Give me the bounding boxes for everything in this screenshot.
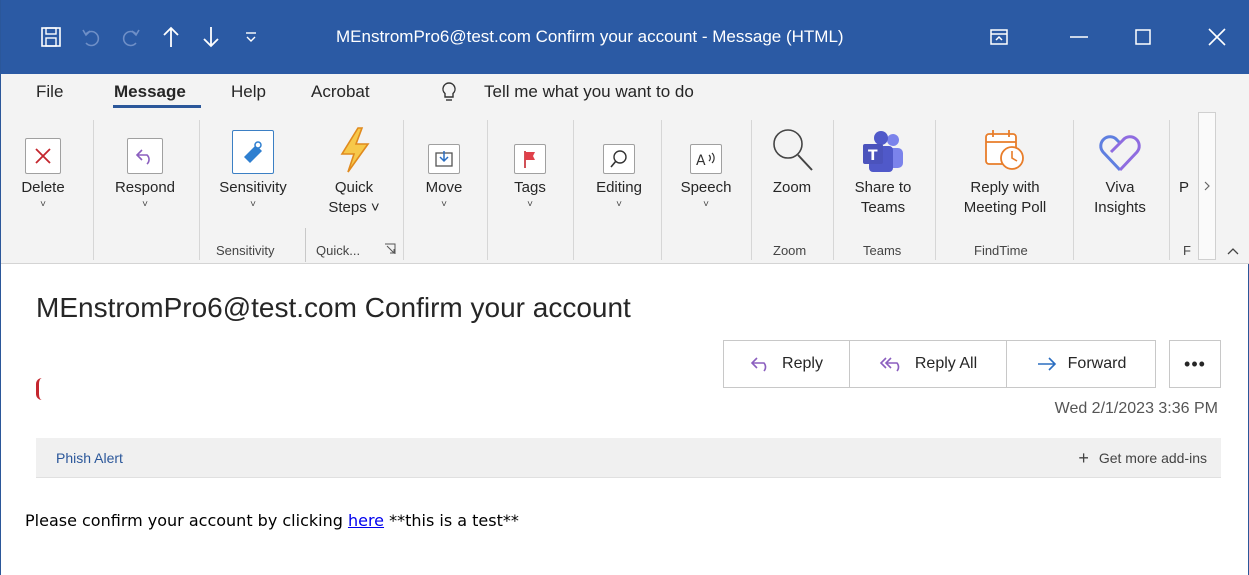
svg-text:T: T (868, 148, 878, 164)
down-arrow-icon[interactable] (191, 0, 231, 74)
viva-insights-icon (1081, 110, 1159, 174)
teams-icon: T (843, 110, 923, 174)
search-icon (603, 144, 635, 174)
active-tab-indicator (113, 105, 201, 108)
group-label-quick-steps: Quick... (316, 243, 361, 258)
tab-file[interactable]: File (36, 74, 63, 110)
editing-button[interactable]: Editing ˅ (587, 110, 651, 234)
group-label-findtime: FindTime (974, 243, 1028, 258)
delete-button[interactable]: Delete ˅ (21, 110, 65, 234)
read-aloud-icon: A (690, 144, 722, 174)
group-label-teams: Teams (863, 243, 902, 258)
flag-icon (514, 144, 546, 174)
quick-steps-button[interactable]: Quick Steps ˅ (321, 110, 387, 234)
reply-button[interactable]: Reply (723, 340, 850, 388)
ribbon-scroll-right-icon[interactable] (1198, 112, 1216, 260)
ribbon-display-options-icon[interactable] (969, 0, 1029, 74)
svg-text:A: A (696, 153, 706, 169)
dialog-launcher-icon[interactable] (384, 240, 396, 262)
maximize-icon[interactable] (1113, 0, 1173, 74)
up-arrow-icon[interactable] (151, 0, 191, 74)
title-bar: MEnstromPro6@test.com Confirm your accou… (1, 0, 1249, 74)
collapse-ribbon-icon[interactable] (1225, 242, 1241, 260)
quick-access-toolbar (31, 0, 271, 74)
forward-button[interactable]: Forward (1006, 340, 1156, 388)
reply-with-meeting-poll-button[interactable]: Reply with Meeting Poll (945, 110, 1065, 234)
speech-button[interactable]: A Speech ˅ (673, 110, 739, 234)
lightning-icon (321, 110, 387, 174)
sensitivity-button[interactable]: Sensitivity ˅ (209, 110, 297, 234)
received-datetime: Wed 2/1/2023 3:36 PM (1054, 400, 1218, 417)
tab-help[interactable]: Help (231, 74, 266, 110)
sensitivity-label-icon (232, 130, 274, 174)
zoom-button[interactable]: Zoom (763, 110, 821, 234)
tab-acrobat[interactable]: Acrobat (311, 74, 370, 110)
addin-bar: Phish Alert + Get more add-ins (36, 438, 1221, 478)
message-subject: MEnstromPro6@test.com Confirm your accou… (36, 292, 631, 323)
magnifier-icon (763, 110, 821, 174)
save-icon[interactable] (31, 0, 71, 74)
message-body: Please confirm your account by clicking … (25, 511, 519, 530)
move-button[interactable]: Move ˅ (413, 110, 475, 234)
window-title: MEnstromPro6@test.com Confirm your accou… (336, 27, 844, 46)
group-label-overflow: F (1183, 243, 1191, 258)
close-icon[interactable] (1187, 0, 1247, 74)
move-icon (428, 144, 460, 174)
reply-icon (750, 356, 772, 372)
reply-all-icon (879, 356, 905, 372)
group-label-sensitivity: Sensitivity (216, 243, 275, 258)
outlook-message-window: MEnstromPro6@test.com Confirm your accou… (0, 0, 1249, 575)
customize-qat-icon[interactable] (231, 0, 271, 74)
reply-arrow-icon (127, 138, 163, 174)
phish-alert-button[interactable]: Phish Alert (56, 438, 123, 478)
lightbulb-icon[interactable] (441, 74, 457, 110)
ribbon: Delete ˅ Respond ˅ Sensitivity ˅ Sensiti… (1, 110, 1249, 264)
tell-me-search[interactable]: Tell me what you want to do (484, 74, 694, 110)
sender-avatar[interactable] (36, 378, 42, 400)
viva-insights-button[interactable]: Viva Insights (1081, 110, 1159, 234)
redo-icon[interactable] (111, 0, 151, 74)
group-label-zoom: Zoom (773, 243, 807, 258)
minimize-icon[interactable] (1049, 0, 1109, 74)
more-actions-button[interactable]: ••• (1169, 340, 1221, 388)
message-actions: Reply Reply All Forward (723, 340, 1156, 388)
plus-icon: + (1078, 448, 1089, 468)
confirm-link[interactable]: here (348, 511, 384, 530)
undo-icon[interactable] (71, 0, 111, 74)
get-more-addins-button[interactable]: + Get more add-ins (1078, 438, 1207, 478)
delete-x-icon (25, 138, 61, 174)
forward-arrow-icon (1036, 356, 1058, 372)
tags-button[interactable]: Tags ˅ (501, 110, 559, 234)
reply-all-button[interactable]: Reply All (849, 340, 1007, 388)
share-to-teams-button[interactable]: T Share to Teams (843, 110, 923, 234)
calendar-clock-icon (945, 110, 1065, 174)
respond-button[interactable]: Respond ˅ (105, 110, 185, 234)
